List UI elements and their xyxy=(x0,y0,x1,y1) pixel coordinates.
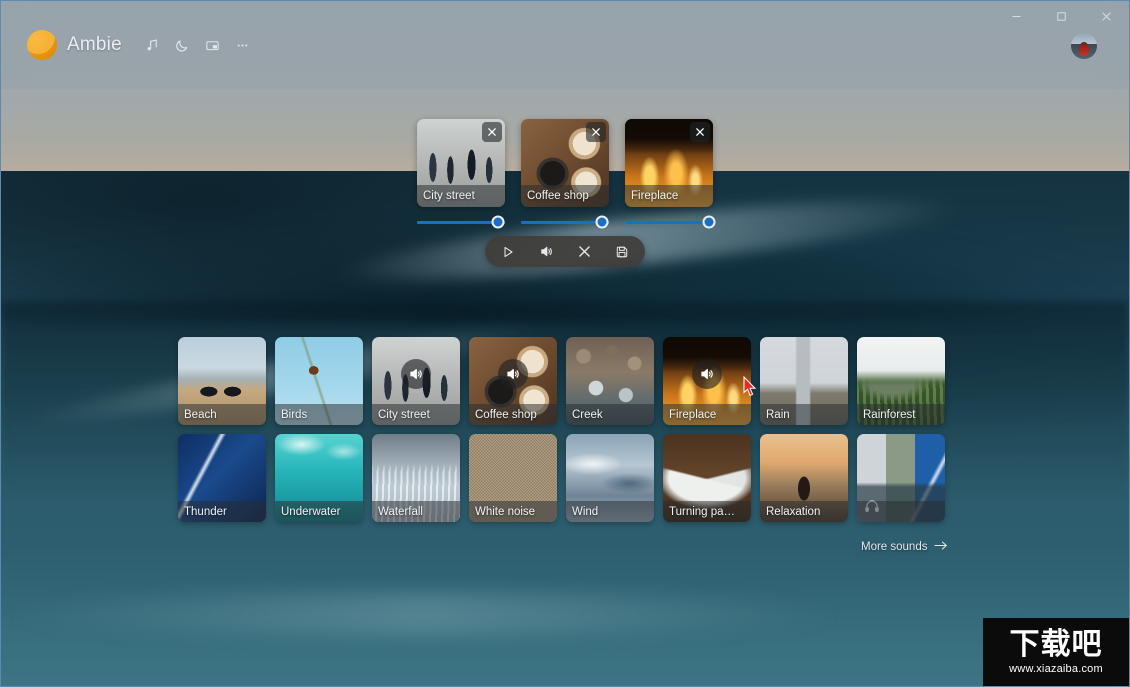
close-button[interactable] xyxy=(1084,1,1129,31)
site-watermark: 下载吧 www.xiazaiba.com xyxy=(983,618,1129,686)
sound-tile-label: Thunder xyxy=(178,501,266,522)
active-sound-label: City street xyxy=(417,185,505,207)
volume-slider-thumb[interactable] xyxy=(491,215,505,229)
compact-mode-icon[interactable] xyxy=(200,32,226,58)
volume-slider-thumb[interactable] xyxy=(702,215,716,229)
music-note-icon[interactable] xyxy=(140,32,166,58)
arrow-right-icon xyxy=(934,540,948,554)
playback-controls xyxy=(485,236,645,267)
sound-grid: Beach Birds City street Coffee shop Cree… xyxy=(178,337,958,531)
speaker-icon[interactable] xyxy=(532,239,560,264)
play-icon[interactable] xyxy=(494,239,522,264)
sound-tile-wind[interactable]: Wind xyxy=(566,434,654,522)
active-sound-tile[interactable]: Coffee shop xyxy=(521,119,609,207)
sound-tile-label: Beach xyxy=(178,404,266,425)
sound-tile-label: Turning pa… xyxy=(663,501,751,522)
speaker-icon xyxy=(401,358,431,389)
volume-slider-thumb[interactable] xyxy=(595,215,609,229)
sound-tile-label: City street xyxy=(372,404,460,425)
more-sounds-label: More sounds xyxy=(861,541,928,553)
sound-tile-rainforest[interactable]: Rainforest xyxy=(857,337,945,425)
active-sound-item: Fireplace xyxy=(625,119,716,230)
sound-tile-label: Rainforest xyxy=(857,404,945,425)
speaker-icon xyxy=(498,358,528,389)
remove-sound-button[interactable] xyxy=(482,122,502,142)
sound-grid-row: Thunder Underwater Waterfall White noise… xyxy=(178,434,958,522)
watermark-url: www.xiazaiba.com xyxy=(1009,662,1103,675)
sound-tile-label: Relaxation xyxy=(760,501,848,522)
sound-tile-coffee-shop[interactable]: Coffee shop xyxy=(469,337,557,425)
sound-tile-waterfall[interactable]: Waterfall xyxy=(372,434,460,522)
maximize-button[interactable] xyxy=(1039,1,1084,31)
active-sounds-strip: City street Coffee shop Fireplace xyxy=(1,119,1129,230)
sound-tile-city-street[interactable]: City street xyxy=(372,337,460,425)
sound-tile-relaxation[interactable]: Relaxation xyxy=(760,434,848,522)
sound-tile-label: Coffee shop xyxy=(469,404,557,425)
remove-sound-button[interactable] xyxy=(586,122,606,142)
more-sounds-link[interactable]: More sounds xyxy=(861,540,948,554)
volume-slider-row xyxy=(417,214,505,230)
avatar[interactable] xyxy=(1071,33,1097,59)
sound-grid-row: Beach Birds City street Coffee shop Cree… xyxy=(178,337,958,425)
more-icon[interactable] xyxy=(230,32,256,58)
active-sound-tile[interactable]: Fireplace xyxy=(625,119,713,207)
sound-tile-turning-pages[interactable]: Turning pa… xyxy=(663,434,751,522)
sound-tile-label: Underwater xyxy=(275,501,363,522)
volume-slider[interactable] xyxy=(625,215,716,229)
sound-tile-label: Rain xyxy=(760,404,848,425)
sound-tile-fireplace[interactable]: Fireplace xyxy=(663,337,751,425)
watermark-title: 下载吧 xyxy=(1009,626,1103,662)
volume-slider-row xyxy=(521,214,609,230)
sound-tile-label: Wind xyxy=(566,501,654,522)
volume-slider[interactable] xyxy=(521,215,609,229)
sound-tile-white-noise[interactable]: White noise xyxy=(469,434,557,522)
sound-tile-birds[interactable]: Birds xyxy=(275,337,363,425)
sound-tile-thunder[interactable]: Thunder xyxy=(178,434,266,522)
sound-tile-mix[interactable] xyxy=(857,434,945,522)
remove-sound-button[interactable] xyxy=(690,122,710,142)
sound-tile-label: Birds xyxy=(275,404,363,425)
sound-tile-label: Creek xyxy=(566,404,654,425)
moon-icon[interactable] xyxy=(170,32,196,58)
active-sound-item: City street xyxy=(417,119,505,230)
volume-slider-row xyxy=(625,214,716,230)
volume-slider[interactable] xyxy=(417,215,505,229)
active-sound-tile[interactable]: City street xyxy=(417,119,505,207)
sound-tile-label: Fireplace xyxy=(663,404,751,425)
title-bar: Ambie xyxy=(1,1,1129,89)
close-icon[interactable] xyxy=(570,239,598,264)
save-icon[interactable] xyxy=(608,239,636,264)
sound-tile-label xyxy=(857,501,945,522)
sound-tile-rain[interactable]: Rain xyxy=(760,337,848,425)
active-sound-label: Fireplace xyxy=(625,185,713,207)
wave-highlight-foam xyxy=(1,593,847,635)
active-sound-item: Coffee shop xyxy=(521,119,609,230)
window-controls xyxy=(994,1,1129,31)
ambie-sun-logo xyxy=(27,30,57,60)
speaker-icon xyxy=(692,358,722,389)
sound-tile-label: Waterfall xyxy=(372,501,460,522)
titlebar-icon-group xyxy=(140,32,256,58)
minimize-button[interactable] xyxy=(994,1,1039,31)
active-sound-label: Coffee shop xyxy=(521,185,609,207)
app-title: Ambie xyxy=(67,34,122,55)
ambie-app-window: Ambie City street Coffee shop Fireplace … xyxy=(0,0,1130,687)
sound-tile-label: White noise xyxy=(469,501,557,522)
sound-tile-underwater[interactable]: Underwater xyxy=(275,434,363,522)
brand: Ambie xyxy=(27,30,256,60)
sound-tile-beach[interactable]: Beach xyxy=(178,337,266,425)
sound-tile-creek[interactable]: Creek xyxy=(566,337,654,425)
